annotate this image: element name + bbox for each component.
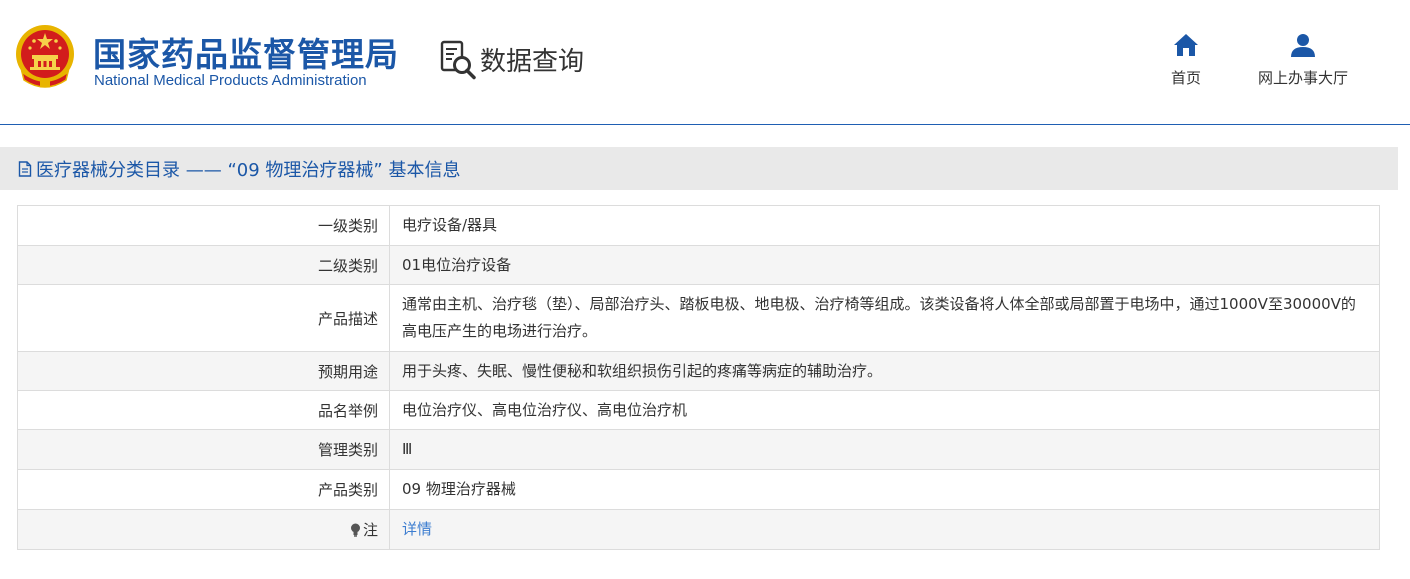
note-label: 注 bbox=[362, 521, 378, 539]
row-label: 管理类别 bbox=[17, 429, 390, 470]
table-row: 品名举例 电位治疗仪、高电位治疗仪、高电位治疗机 bbox=[17, 390, 1380, 430]
document-icon bbox=[18, 160, 32, 177]
table-row: 产品描述 通常由主机、治疗毯（垫）、局部治疗头、踏板电极、地电极、治疗椅等组成。… bbox=[17, 284, 1380, 352]
row-value: 电位治疗仪、高电位治疗仪、高电位治疗机 bbox=[389, 390, 1380, 430]
row-label: 二级类别 bbox=[17, 245, 390, 285]
table-row: 二级类别 01电位治疗设备 bbox=[17, 245, 1380, 285]
site-title-cn: 国家药品监督管理局 bbox=[93, 35, 399, 74]
section-header: 医疗器械分类目录 —— “09 物理治疗器械” 基本信息 bbox=[0, 147, 1398, 190]
nav-online-service-hall-link[interactable]: 网上办事大厅 bbox=[1248, 33, 1358, 88]
lightbulb-icon bbox=[350, 523, 360, 537]
row-value: 通常由主机、治疗毯（垫）、局部治疗头、踏板电极、地电极、治疗椅等组成。该类设备将… bbox=[389, 284, 1380, 352]
table-row: 预期用途 用于头疼、失眠、慢性便秘和软组织损伤引起的疼痛等病症的辅助治疗。 bbox=[17, 351, 1380, 391]
data-query-label: 数据查询 bbox=[480, 46, 585, 77]
table-row: 产品类别 09 物理治疗器械 bbox=[17, 469, 1380, 510]
table-row: 管理类别 Ⅲ bbox=[17, 429, 1380, 470]
row-value: 详情 bbox=[389, 509, 1380, 550]
row-label: 产品描述 bbox=[17, 284, 390, 352]
nav-home-link[interactable]: 首页 bbox=[1162, 33, 1210, 88]
row-label: 一级类别 bbox=[17, 205, 390, 246]
site-header: 国家药品监督管理局 National Medical Products Admi… bbox=[0, 0, 1410, 125]
row-value: 用于头疼、失眠、慢性便秘和软组织损伤引起的疼痛等病症的辅助治疗。 bbox=[389, 351, 1380, 391]
data-search-icon bbox=[440, 40, 476, 80]
row-value: 09 物理治疗器械 bbox=[389, 469, 1380, 510]
data-query-heading: 数据查询 bbox=[440, 38, 584, 80]
row-value: 01电位治疗设备 bbox=[389, 245, 1380, 285]
row-label: 预期用途 bbox=[17, 351, 390, 391]
category-info-table: 一级类别 电疗设备/器具 二级类别 01电位治疗设备 产品描述 通常由主机、治疗… bbox=[17, 205, 1380, 550]
row-label-note: 注 bbox=[17, 509, 390, 550]
row-value: 电疗设备/器具 bbox=[389, 205, 1380, 246]
nav-online-service-hall-label: 网上办事大厅 bbox=[1257, 69, 1348, 87]
nav-home-label: 首页 bbox=[1170, 69, 1201, 87]
site-title-en: National Medical Products Administration bbox=[94, 72, 367, 89]
home-icon bbox=[1174, 34, 1198, 56]
user-icon bbox=[1291, 34, 1315, 57]
table-row: 一级类别 电疗设备/器具 bbox=[17, 205, 1380, 246]
table-row: 注 详情 bbox=[17, 509, 1380, 550]
row-value: Ⅲ bbox=[389, 429, 1380, 470]
section-title: 医疗器械分类目录 —— “09 物理治疗器械” 基本信息 bbox=[36, 159, 461, 181]
row-label: 品名举例 bbox=[17, 390, 390, 430]
national-emblem-icon bbox=[16, 25, 74, 88]
row-label: 产品类别 bbox=[17, 469, 390, 510]
details-link[interactable]: 详情 bbox=[402, 520, 432, 538]
